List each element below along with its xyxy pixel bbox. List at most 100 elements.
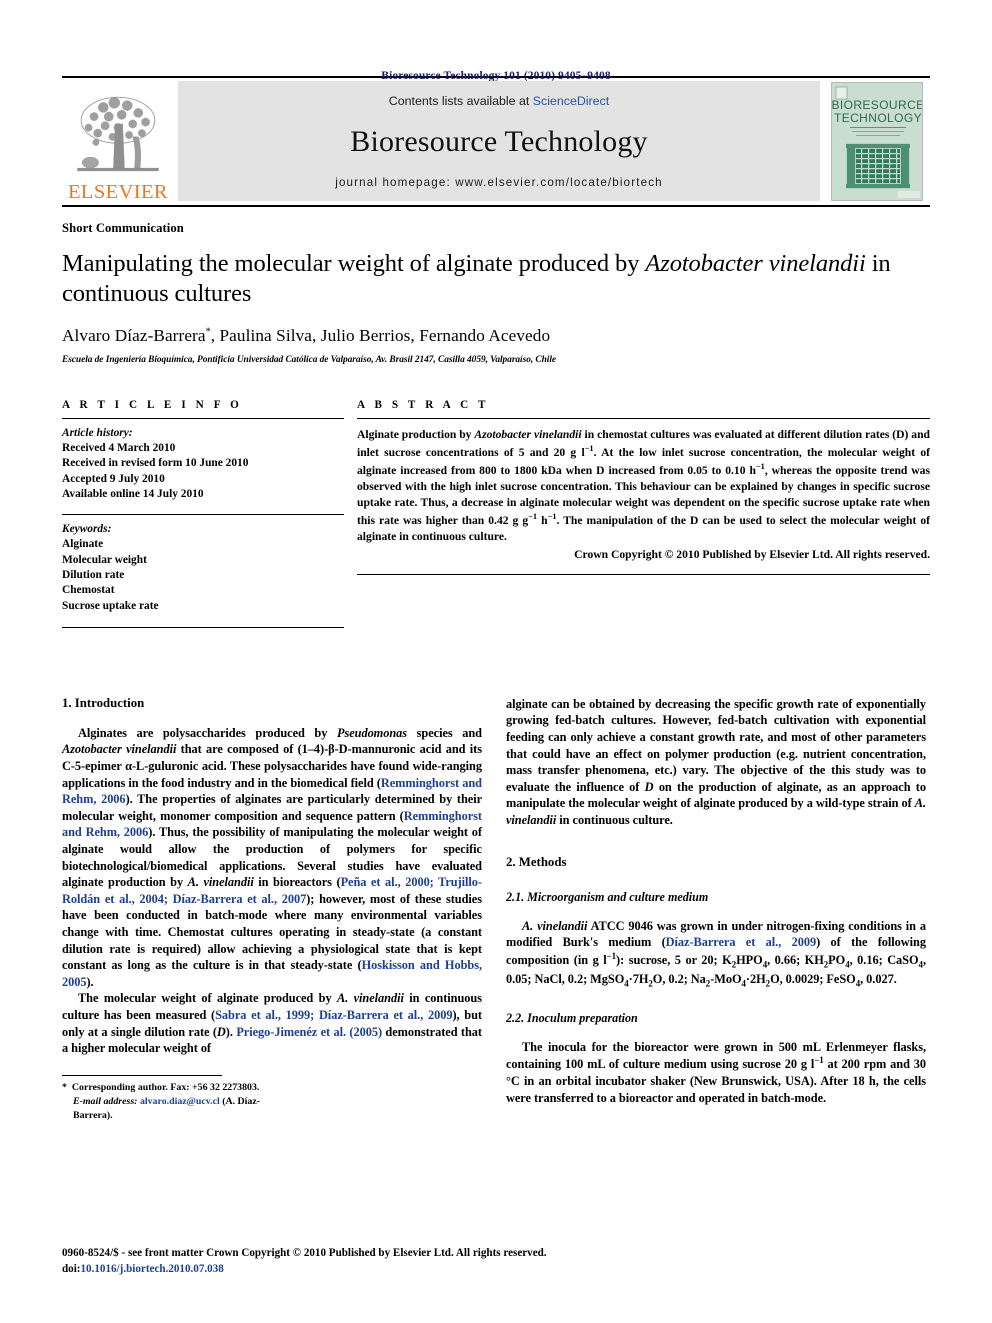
text-seg: , 0.027. <box>860 972 897 987</box>
abstract-sup: −1 <box>584 443 594 453</box>
species-name: A. vinelandii <box>522 918 588 933</box>
species-name: A. vinelandii <box>187 875 254 890</box>
superscript: −1 <box>814 1055 824 1066</box>
author-list: Alvaro Díaz-Barrera*, Paulina Silva, Jul… <box>62 326 930 346</box>
title-species: Azotobacter vinelandii <box>645 250 866 277</box>
abstract-sup: −1 <box>547 512 557 522</box>
elsevier-tree-icon <box>77 96 159 171</box>
cover-title-1: BIORESOURCE <box>832 98 923 112</box>
citation-link[interactable]: Díaz-Barrera et al., 2009 <box>666 935 816 949</box>
symbol-d: D <box>644 779 654 794</box>
keyword-item: Molecular weight <box>62 553 147 566</box>
keyword-item: Sucrose uptake rate <box>62 599 159 612</box>
journal-masthead: ELSEVIER Contents lists available at Sci… <box>62 76 930 207</box>
divider-rule-5 <box>357 573 930 575</box>
intro-paragraph-2-continued: alginate can be obtained by decreasing t… <box>506 696 926 829</box>
author-corresponding: Alvaro Díaz-Barrera <box>62 325 206 345</box>
page-title: Manipulating the molecular weight of alg… <box>62 249 930 309</box>
text-seg: Alginates are polysaccharides produced b… <box>78 725 337 740</box>
abstract-text: Alginate production by Azotobacter vinel… <box>357 419 930 546</box>
keywords-block: Keywords: Alginate Molecular weight Dilu… <box>62 515 344 614</box>
article-history: Article history: Received 4 March 2010 R… <box>62 419 344 502</box>
genus-name: Pseudomonas <box>336 725 408 740</box>
keyword-item: Dilution rate <box>62 569 125 581</box>
running-head: Bioresource Technology 101 (2010) 9405–9… <box>381 70 611 82</box>
article-info-column: A R T I C L E I N F O Article history: R… <box>62 399 344 628</box>
keyword-item: Chemostat <box>62 584 115 597</box>
heading-inoculum-preparation: 2.2. Inoculum preparation <box>506 1010 638 1025</box>
text-seg: species and <box>407 725 482 740</box>
cover-artwork-icon: BIORESOURCE TECHNOLOGY <box>832 83 923 200</box>
heading-introduction: 1. Introduction <box>62 695 145 710</box>
journal-cover-thumbnail: BIORESOURCE TECHNOLOGY <box>824 78 930 205</box>
text-seg: -MoO <box>710 972 742 987</box>
info-abstract-block: A R T I C L E I N F O Article history: R… <box>62 399 930 628</box>
paper-page: Bioresource Technology 101 (2010) 9405–9… <box>0 0 992 1323</box>
abstract-sup: −1 <box>755 461 765 471</box>
abstract-seg: h <box>537 514 548 528</box>
cover-title-2: TECHNOLOGY <box>834 111 922 125</box>
heading-microorganism-culture-medium: 2.1. Microorganism and culture medium <box>506 889 709 904</box>
issn-copyright-line: 0960-8524/$ - see front matter Crown Cop… <box>62 1247 547 1260</box>
history-item: Received in revised form 10 June 2010 <box>62 457 249 470</box>
corresponding-author-footnote: * Corresponding author. Fax: +56 32 2273… <box>62 1074 292 1124</box>
text-seg: ·2H <box>745 972 766 987</box>
footnote-corresponding-text: Corresponding author. Fax: +56 32 227380… <box>71 1081 260 1093</box>
title-part-1: Manipulating the molecular weight of alg… <box>62 250 646 277</box>
abstract-species: Azotobacter vinelandii <box>474 427 582 441</box>
text-seg: that are composed of (1–4)-β- <box>176 742 339 757</box>
text-seg: , 0.66; KH <box>767 952 824 967</box>
body-columns: 1. Introduction Alginates are polysaccha… <box>62 696 930 1124</box>
stereo-d: D <box>338 742 348 757</box>
citation-link[interactable]: Sabra et al., 1999; Díaz-Barrera et al.,… <box>215 1008 452 1022</box>
email-label: E-mail address: <box>73 1096 138 1108</box>
text-seg: The molecular weight of alginate produce… <box>78 991 337 1006</box>
abstract-column: A B S T R A C T Alginate production by A… <box>344 399 930 628</box>
abstract-heading: A B S T R A C T <box>357 398 490 411</box>
history-item: Received 4 March 2010 <box>62 442 176 455</box>
abstract-seg: Alginate production by <box>357 427 475 441</box>
superscript: −1 <box>606 950 617 961</box>
affiliation: Escuela de Ingeniería Bioquímica, Pontif… <box>62 354 557 365</box>
article-history-label: Article history: <box>62 426 133 439</box>
doi-link[interactable]: 10.1016/j.biortech.2010.07.038 <box>81 1263 224 1275</box>
abstract-copyright: Crown Copyright © 2010 Published by Else… <box>574 547 930 561</box>
footnote-corresponding: * Corresponding author. Fax: +56 32 2273… <box>62 1081 260 1093</box>
authors-rest: , Paulina Silva, Julio Berrios, Fernando… <box>210 325 551 345</box>
text-seg: ). <box>86 974 94 989</box>
species-name: A. vinelandii <box>336 991 404 1006</box>
heading-methods: 2. Methods <box>506 854 567 869</box>
footnote-email-line: E-mail address: alvaro.diaz@ucv.cl (A. D… <box>62 1095 292 1124</box>
divider-rule-3 <box>62 626 344 628</box>
sciencedirect-link[interactable]: ScienceDirect <box>533 94 609 108</box>
elsevier-wordmark: ELSEVIER <box>68 180 168 203</box>
methods-paragraph-22: The inocula for the bioreactor were grow… <box>506 1039 926 1106</box>
text-seg: ): sucrose, 5 or 20; K <box>616 952 732 967</box>
right-column: alginate can be obtained by decreasing t… <box>506 696 926 1124</box>
email-link[interactable]: alvaro.diaz@ucv.cl <box>140 1096 220 1107</box>
text-seg: ·7H <box>628 972 649 987</box>
elsevier-logo: ELSEVIER <box>62 78 174 205</box>
footnote-rule <box>62 1074 222 1076</box>
section-type-label: Short Communication <box>62 221 184 235</box>
history-item: Available online 14 July 2010 <box>62 487 204 500</box>
text-seg: in continuous culture. <box>556 813 673 827</box>
intro-paragraph-1: Alginates are polysaccharides produced b… <box>62 725 482 991</box>
article-info-heading: A R T I C L E I N F O <box>62 398 243 411</box>
page-footer: 0960-8524/$ - see front matter Crown Cop… <box>62 1246 930 1277</box>
text-seg: O, 0.2; Na <box>652 972 706 987</box>
cover-image: BIORESOURCE TECHNOLOGY <box>831 82 923 201</box>
journal-banner: Contents lists available at ScienceDirec… <box>178 81 820 201</box>
text-seg: HPO <box>736 952 763 967</box>
contents-list-line: Contents lists available at ScienceDirec… <box>389 94 609 108</box>
journal-homepage-link[interactable]: journal homepage: www.elsevier.com/locat… <box>335 176 663 189</box>
keyword-item: Alginate <box>62 538 104 551</box>
doi-prefix: doi: <box>62 1262 81 1275</box>
intro-paragraph-2: The molecular weight of alginate produce… <box>62 990 482 1056</box>
abstract-sup: −1 <box>528 512 538 522</box>
methods-paragraph-21: A. vinelandii ATCC 9046 was grown in und… <box>506 918 926 991</box>
citation-link[interactable]: Priego-Jimenéz et al. (2005) <box>236 1025 382 1039</box>
text-seg: O, 0.0029; FeSO <box>770 972 856 987</box>
contents-prefix: Contents lists available at <box>388 94 533 108</box>
journal-title: Bioresource Technology <box>350 125 648 158</box>
